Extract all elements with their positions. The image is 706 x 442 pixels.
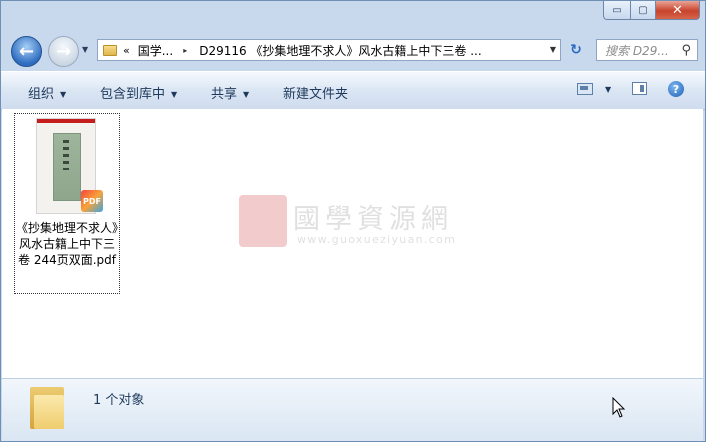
file-name-label: 《抄集地理不求人》风水古籍上中下三卷 244页双面.pdf — [15, 221, 118, 267]
breadcrumb-item-current[interactable]: D29116 《抄集地理不求人》风水古籍上中下三卷 ... — [199, 42, 482, 59]
folder-icon — [30, 387, 64, 429]
file-item[interactable]: PDF 《抄集地理不求人》风水古籍上中下三卷 244页双面.pdf — [14, 113, 120, 294]
back-button[interactable]: ← — [11, 36, 42, 67]
search-icon[interactable]: ⚲ — [681, 43, 691, 58]
seal-logo-icon — [239, 195, 287, 247]
details-pane: 1 个对象 — [2, 378, 703, 441]
search-placeholder: 搜索 D29... — [605, 43, 669, 58]
view-icon — [577, 83, 593, 95]
mouse-cursor-icon — [612, 397, 626, 418]
address-bar[interactable]: « 国学... ▸ D29116 《抄集地理不求人》风水古籍上中下三卷 ... … — [97, 39, 561, 61]
help-icon[interactable]: ? — [668, 81, 684, 97]
change-view-button[interactable]: ▼ — [577, 83, 611, 95]
breadcrumb-separator-icon[interactable]: ▸ — [183, 46, 187, 55]
watermark-url: www.guoxueziyuan.com — [297, 233, 457, 246]
pdf-icon: PDF — [81, 190, 103, 212]
forward-arrow-icon: → — [55, 41, 72, 62]
breadcrumb-item-guoxue[interactable]: 国学... — [138, 42, 173, 59]
watermark-title: 國學資源網 — [293, 204, 453, 235]
command-bar: 组织 ▼ 包含到库中 ▼ 共享 ▼ 新建文件夹 ▼ — [1, 71, 705, 110]
minimize-button[interactable]: ▭ — [603, 1, 631, 20]
title-bar: ▭ ▢ ✕ — [1, 1, 705, 31]
maximize-button[interactable]: ▢ — [631, 1, 656, 20]
folder-icon — [103, 44, 117, 56]
refresh-icon: ↻ — [570, 42, 582, 58]
close-button[interactable]: ✕ — [656, 1, 700, 20]
watermark: 國學資源網 www.guoxueziyuan.com — [239, 195, 479, 255]
cover-red-bar — [37, 119, 95, 123]
chevron-down-icon: ▼ — [243, 90, 250, 99]
forward-button[interactable]: → — [48, 36, 79, 67]
back-arrow-icon: ← — [18, 41, 35, 62]
book-cover-image — [53, 133, 81, 201]
navigation-bar: ← → ▼ « 国学... ▸ D29116 《抄集地理不求人》风水古籍上中下三… — [1, 31, 705, 71]
chevron-down-icon: ▼ — [171, 90, 178, 99]
organize-button[interactable]: 组织 ▼ — [28, 83, 66, 102]
explorer-window: ▭ ▢ ✕ ← → ▼ « 国学... ▸ D29116 《抄集地理不求人》风水… — [0, 0, 706, 442]
item-count: 1 个对象 — [93, 393, 145, 408]
share-label: 共享 — [211, 87, 238, 102]
breadcrumb-overflow-button[interactable]: « — [123, 44, 130, 57]
file-list-pane[interactable]: PDF 《抄集地理不求人》风水古籍上中下三卷 244页双面.pdf 國學資源網 … — [2, 109, 703, 378]
include-in-library-label: 包含到库中 — [100, 87, 166, 102]
share-button[interactable]: 共享 ▼ — [211, 83, 249, 102]
new-folder-label: 新建文件夹 — [283, 87, 349, 102]
recent-pages-dropdown[interactable]: ▼ — [82, 45, 88, 54]
chevron-down-icon: ▼ — [60, 90, 67, 99]
preview-pane-icon[interactable] — [632, 82, 647, 95]
address-dropdown-button[interactable]: ▼ — [550, 45, 556, 54]
search-input[interactable]: 搜索 D29... ⚲ — [596, 39, 698, 61]
refresh-button[interactable]: ↻ — [563, 39, 589, 61]
organize-label: 组织 — [28, 87, 55, 102]
caption-buttons: ▭ ▢ ✕ — [603, 1, 700, 20]
include-in-library-button[interactable]: 包含到库中 ▼ — [100, 83, 177, 102]
new-folder-button[interactable]: 新建文件夹 — [283, 83, 348, 102]
chevron-down-icon[interactable]: ▼ — [605, 85, 611, 94]
